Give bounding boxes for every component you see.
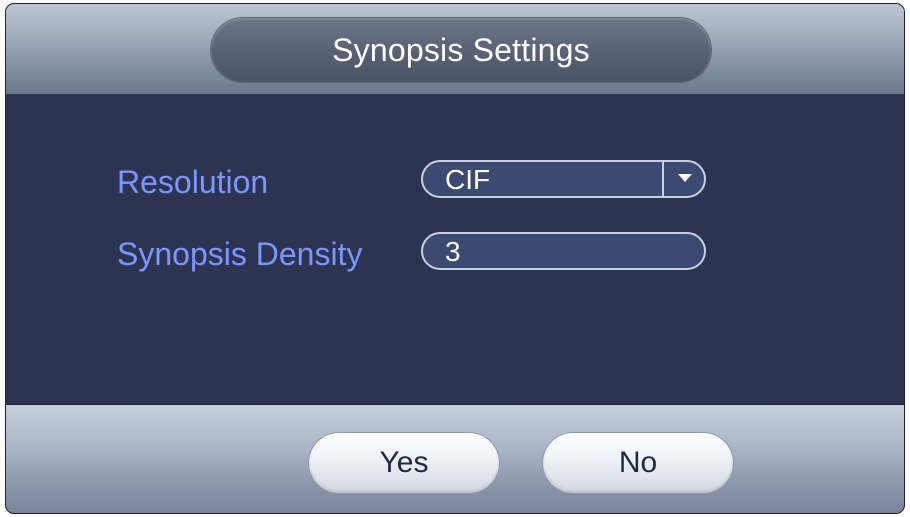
- synopsis-density-value: 3: [445, 236, 461, 267]
- dialog-title: Synopsis Settings: [332, 31, 590, 68]
- select-divider: [662, 162, 664, 196]
- synopsis-density-label: Synopsis Density: [117, 236, 363, 272]
- resolution-value: CIF: [445, 164, 491, 195]
- dialog-footer: Yes No: [6, 404, 904, 513]
- synopsis-density-input[interactable]: 3: [421, 232, 706, 270]
- synopsis-settings-dialog: Synopsis Settings Resolution CIF Synopsi…: [6, 4, 904, 513]
- dialog-body: Resolution CIF Synopsis Density 3: [6, 94, 904, 404]
- no-button-label: No: [618, 446, 658, 479]
- no-button[interactable]: No: [543, 433, 733, 493]
- title-bar: Synopsis Settings: [211, 18, 711, 82]
- dialog-header: Synopsis Settings: [6, 4, 904, 94]
- resolution-label: Resolution: [117, 164, 269, 200]
- yes-button[interactable]: Yes: [309, 433, 499, 493]
- resolution-select[interactable]: CIF: [421, 160, 706, 198]
- yes-button-label: Yes: [379, 446, 429, 479]
- chevron-down-icon[interactable]: [678, 174, 692, 182]
